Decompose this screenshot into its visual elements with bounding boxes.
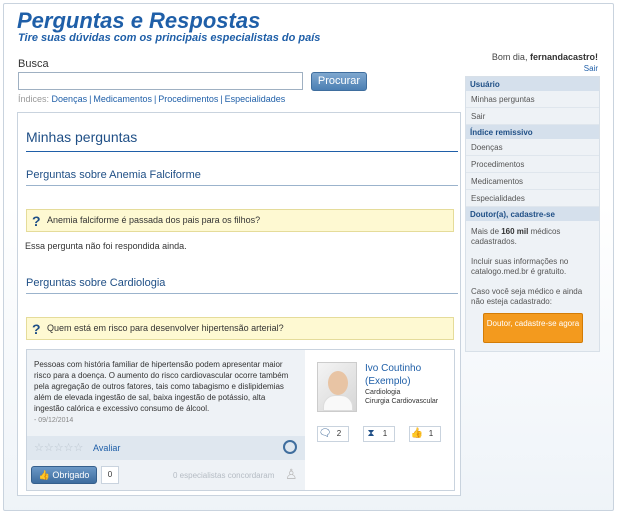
doctor-spec-1: Cardiologia — [365, 389, 401, 396]
site-subtitle: Tire suas dúvidas com os principais espe… — [18, 32, 321, 44]
thanks-count: 0 — [101, 466, 119, 484]
star-icon[interactable]: ☆ — [74, 442, 84, 454]
answer-text: Pessoas com história familiar de hiperte… — [34, 360, 289, 413]
title-divider — [26, 151, 458, 152]
share-icon[interactable] — [283, 440, 297, 454]
doctor-count-bold: 160 mil — [501, 227, 529, 236]
indices-label: Índices: — [18, 94, 50, 104]
doctor-specialties: Cardiologia Cirurgia Cardiovascular — [365, 388, 438, 406]
rating-bar: ☆☆☆☆☆ Avaliar — [27, 436, 305, 460]
index-link-doencas[interactable]: Doenças — [52, 94, 88, 104]
sidebar: Usuário Minhas perguntas Sair Índice rem… — [465, 76, 600, 352]
star-icon[interactable]: ☆ — [44, 442, 54, 454]
question-box[interactable]: ? Quem está em risco para desenvolver hi… — [26, 317, 454, 340]
question-icon: ? — [32, 321, 41, 337]
username: fernandacastro! — [529, 52, 598, 62]
sidebar-head-indice: Índice remissivo — [466, 125, 599, 139]
doctor-count-pre: Mais de — [471, 227, 502, 236]
index-link-especialidades[interactable]: Especialidades — [225, 94, 286, 104]
thanks-label: Obrigado — [52, 470, 90, 480]
register-doctor-button[interactable]: Doutor, cadastre-se agora — [483, 313, 583, 343]
agree-text: 0 especialistas concordaram — [173, 471, 275, 480]
sidebar-head-usuario: Usuário — [466, 77, 599, 91]
logout-link[interactable]: Sair — [584, 64, 598, 73]
sidebar-item-sair[interactable]: Sair — [466, 108, 599, 125]
stat-hourglass[interactable]: ⧗ 1 — [363, 426, 395, 442]
sidebar-item-doencas[interactable]: Doenças — [466, 139, 599, 156]
question-icon: ? — [32, 213, 41, 229]
avatar-face — [328, 371, 348, 395]
thumbs-up-icon: 👍 — [410, 428, 424, 439]
sidebar-item-medicamentos[interactable]: Medicamentos — [466, 173, 599, 190]
indices-links: Índices: Doenças | Medicamentos | Procedimen… — [18, 94, 286, 104]
rate-link[interactable]: Avaliar — [93, 443, 120, 453]
search-input[interactable] — [18, 72, 303, 90]
star-icon[interactable]: ☆ — [54, 442, 64, 454]
site-title[interactable]: Perguntas e Respostas — [17, 8, 260, 34]
section-divider — [26, 185, 458, 186]
question-text: Quem está em risco para desenvolver hipe… — [47, 323, 284, 333]
page-title: Minhas perguntas — [26, 129, 138, 145]
thanks-button[interactable]: 👍 Obrigado — [31, 466, 97, 484]
answer-card: Pessoas com história familiar de hiperte… — [26, 349, 455, 491]
star-icon[interactable]: ☆ — [34, 442, 44, 454]
search-button[interactable]: Procurar — [311, 72, 367, 91]
hourglass-icon: ⧗ — [367, 428, 375, 439]
thumbs-up-icon: 👍 — [38, 470, 53, 480]
answer-body: Pessoas com história familiar de hiperte… — [27, 350, 305, 490]
section-divider — [26, 293, 458, 294]
section-title-anemia[interactable]: Perguntas sobre Anemia Falciforme — [26, 169, 201, 181]
question-box[interactable]: ? Anemia falciforme é passada dos pais p… — [26, 209, 454, 232]
stat-hourglass-count: 1 — [382, 429, 388, 438]
no-answer-text: Essa pergunta não foi respondida ainda. — [25, 241, 187, 251]
main-panel: Minhas perguntas Perguntas sobre Anemia … — [17, 112, 461, 496]
doctor-avatar[interactable] — [317, 362, 357, 412]
question-text: Anemia falciforme é passada dos pais par… — [47, 215, 261, 225]
index-link-procedimentos[interactable]: Procedimentos — [158, 94, 218, 104]
stat-chat[interactable]: 🗨 2 — [317, 426, 349, 442]
avatar-coat — [323, 395, 353, 411]
sidebar-item-minhas-perguntas[interactable]: Minhas perguntas — [466, 91, 599, 108]
index-link-medicamentos[interactable]: Medicamentos — [93, 94, 152, 104]
sidebar-head-doutor: Doutor(a), cadastre-se — [466, 207, 599, 221]
sidebar-item-especialidades[interactable]: Especialidades — [466, 190, 599, 207]
search-label: Busca — [18, 58, 49, 70]
answer-date: - 09/12/2014 — [34, 417, 74, 424]
rating-stars[interactable]: ☆☆☆☆☆ — [34, 441, 83, 454]
star-icon[interactable]: ☆ — [64, 442, 74, 454]
section-title-cardiologia[interactable]: Perguntas sobre Cardiologia — [26, 277, 165, 289]
doctor-spec-2: Cirurgia Cardiovascular — [365, 398, 439, 405]
greeting-text: Bom dia, — [491, 52, 528, 62]
stat-thumbs[interactable]: 👍 1 — [409, 426, 441, 442]
user-greeting: Bom dia, fernandacastro! — [492, 52, 598, 62]
sidebar-item-procedimentos[interactable]: Procedimentos — [466, 156, 599, 173]
stat-chat-count: 2 — [336, 429, 342, 438]
sidebar-doctor-cta-text: Caso você seja médico e ainda não esteja… — [471, 287, 583, 306]
sidebar-doctor-count: Mais de 160 mil médicos cadastrados. — [466, 221, 599, 247]
person-icon: ♙ — [285, 466, 298, 482]
chat-icon: 🗨 — [318, 428, 332, 439]
stat-thumbs-count: 1 — [428, 429, 434, 438]
doctor-name-link[interactable]: Ivo Coutinho (Exemplo) — [365, 362, 454, 388]
sidebar-doctor-free: Incluir suas informações no catalogo.med… — [471, 257, 569, 276]
